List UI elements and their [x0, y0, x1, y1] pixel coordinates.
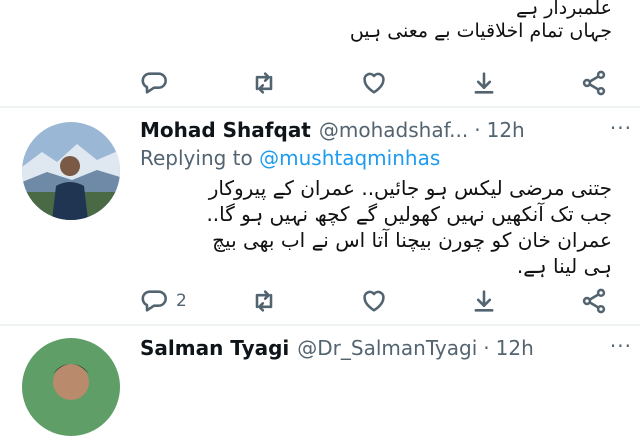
author-handle[interactable]: @Dr_SalmanTyagi [297, 336, 477, 360]
tweet-1-line-1: علمبردار ہے [515, 0, 612, 19]
reply-icon [141, 290, 167, 312]
retweet-icon [255, 290, 273, 312]
tweet-2-actions: 2 [140, 286, 620, 316]
reply-button[interactable]: 2 [140, 286, 187, 316]
tweet-1-text: … علمبردار ہے جہاں تمام اخلاقیات بے معنی… [132, 0, 612, 43]
download-icon [474, 72, 494, 94]
download-button[interactable] [470, 286, 498, 316]
retweet-button[interactable] [250, 286, 278, 316]
separator-dot: · [474, 118, 481, 142]
tweet-divider [0, 106, 640, 108]
download-icon [474, 290, 494, 312]
author-handle[interactable]: @mohadshaf... [319, 118, 468, 142]
more-icon[interactable]: ··· [610, 116, 632, 140]
tweet-2-line-3: عمران خان کو چورن بیچنا آتا اس نے اب بھی… [212, 228, 612, 252]
share-button[interactable] [580, 68, 608, 98]
like-button[interactable] [360, 68, 388, 98]
avatar[interactable] [22, 122, 120, 220]
like-button[interactable] [360, 286, 388, 316]
tweet-1-actions [140, 68, 620, 98]
like-icon [363, 72, 385, 94]
tweet-2-line-4: ہی لینا ہے. [516, 254, 612, 278]
tweet-1-line-2: جہاں تمام اخلاقیات بے معنی ہیں [349, 20, 612, 42]
mention-link[interactable]: @mushtaqminhas [259, 146, 440, 170]
like-icon [363, 290, 385, 312]
replying-to: Replying to @mushtaqminhas [140, 146, 440, 170]
avatar[interactable] [22, 338, 120, 436]
author-line: Mohad Shafqat @mohadshaf... · 12h [140, 118, 525, 142]
tweet-2-line-1: جتنی مرضی لیکس ہو جائیں.. عمران کے پیروک… [208, 176, 612, 200]
share-icon [582, 288, 606, 314]
separator-dot: · [483, 336, 490, 360]
download-button[interactable] [470, 68, 498, 98]
share-button[interactable] [580, 286, 608, 316]
avatar-photo [22, 338, 120, 436]
reply-button[interactable] [140, 68, 168, 98]
author-line: Salman Tyagi @Dr_SalmanTyagi · 12h [140, 336, 534, 360]
tweet-time[interactable]: 12h [487, 118, 525, 142]
avatar-photo [22, 122, 120, 220]
tweet-2-line-2: جب تک آنکھیں نہیں کھولیں گے کچھ نہیں ہو … [206, 202, 612, 226]
reply-icon [141, 72, 167, 94]
author-name[interactable]: Mohad Shafqat [140, 118, 311, 142]
retweet-icon [255, 72, 273, 94]
reply-count: 2 [176, 291, 187, 311]
tweet-divider [0, 324, 640, 326]
tweet-time[interactable]: 12h [496, 336, 534, 360]
author-name[interactable]: Salman Tyagi [140, 336, 289, 360]
tweet-2-text: جتنی مرضی لیکس ہو جائیں.. عمران کے پیروک… [132, 175, 612, 279]
share-icon [582, 70, 606, 96]
more-icon[interactable]: ··· [610, 334, 632, 358]
retweet-button[interactable] [250, 68, 278, 98]
replying-prefix: Replying to [140, 146, 253, 170]
